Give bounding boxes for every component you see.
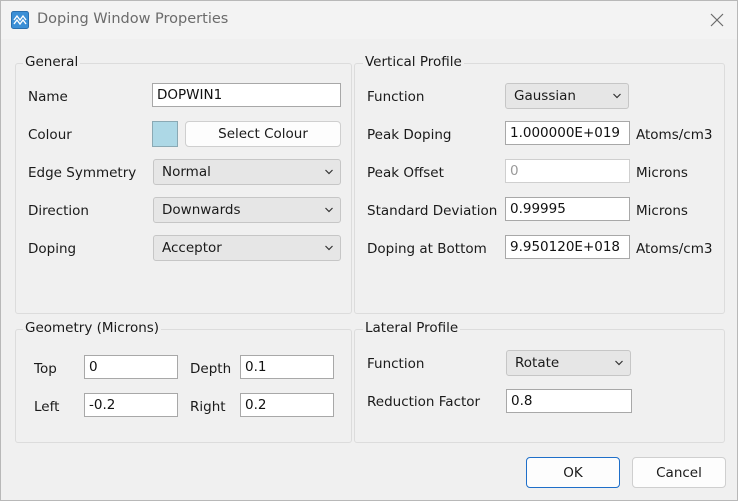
window-title: Doping Window Properties (37, 11, 229, 27)
edge-symmetry-label: Edge Symmetry (28, 165, 137, 181)
edge-symmetry-select[interactable]: Normal (153, 159, 341, 185)
dialog-window: Doping Window Properties General Name DO… (0, 0, 738, 501)
reduction-factor-label: Reduction Factor (367, 394, 481, 410)
left-label: Left (34, 399, 60, 415)
doping-value: Acceptor (162, 240, 222, 256)
select-colour-button-label: Select Colour (218, 126, 308, 142)
doping-at-bottom-label: Doping at Bottom (367, 241, 487, 257)
cancel-button[interactable]: Cancel (632, 457, 726, 488)
peak-offset-input[interactable]: 0 (505, 159, 630, 183)
peak-doping-unit: Atoms/cm3 (636, 127, 713, 143)
app-icon (11, 11, 29, 29)
lateral-profile-group (354, 329, 725, 443)
lateral-profile-group-title: Lateral Profile (363, 320, 461, 336)
standard-deviation-unit: Microns (636, 203, 688, 219)
chevron-down-icon (325, 169, 333, 175)
vertical-profile-group-title: Vertical Profile (363, 54, 464, 70)
vertical-function-select[interactable]: Gaussian (505, 83, 629, 109)
name-input[interactable]: DOPWIN1 (152, 83, 341, 107)
name-label: Name (28, 89, 68, 105)
chevron-down-icon (325, 207, 333, 213)
right-input[interactable]: 0.2 (240, 393, 334, 417)
chevron-down-icon (325, 245, 333, 251)
chevron-down-icon (615, 360, 623, 366)
vertical-function-value: Gaussian (514, 88, 576, 104)
vertical-function-label: Function (367, 89, 425, 105)
title-bar[interactable]: Doping Window Properties (1, 1, 737, 39)
peak-doping-label: Peak Doping (367, 127, 452, 143)
direction-label: Direction (28, 203, 89, 219)
direction-select[interactable]: Downwards (153, 197, 341, 223)
direction-value: Downwards (162, 202, 241, 218)
close-button[interactable] (705, 9, 729, 31)
edge-symmetry-value: Normal (162, 164, 211, 180)
colour-label: Colour (28, 127, 72, 143)
geometry-group (15, 329, 352, 443)
standard-deviation-input[interactable]: 0.99995 (505, 197, 630, 221)
doping-at-bottom-unit: Atoms/cm3 (636, 241, 713, 257)
geometry-group-title: Geometry (Microns) (23, 320, 162, 336)
general-group-title: General (23, 54, 81, 70)
lateral-function-label: Function (367, 356, 425, 372)
doping-at-bottom-input[interactable]: 9.950120E+018 (505, 235, 630, 259)
depth-label: Depth (190, 361, 232, 377)
peak-offset-unit: Microns (636, 165, 688, 181)
right-label: Right (190, 399, 226, 415)
doping-label: Doping (28, 241, 77, 257)
peak-offset-label: Peak Offset (367, 165, 444, 181)
ok-button[interactable]: OK (526, 457, 620, 488)
lateral-function-select[interactable]: Rotate (506, 350, 631, 376)
cancel-button-label: Cancel (656, 465, 702, 481)
chevron-down-icon (613, 93, 621, 99)
lateral-function-value: Rotate (515, 355, 560, 371)
doping-select[interactable]: Acceptor (153, 235, 341, 261)
top-label: Top (34, 361, 57, 377)
close-icon (710, 13, 724, 27)
depth-input[interactable]: 0.1 (240, 355, 334, 379)
top-input[interactable]: 0 (84, 355, 178, 379)
reduction-factor-input[interactable]: 0.8 (506, 389, 632, 413)
left-input[interactable]: -0.2 (84, 393, 178, 417)
select-colour-button[interactable]: Select Colour (185, 121, 341, 147)
peak-doping-input[interactable]: 1.000000E+019 (505, 121, 630, 145)
standard-deviation-label: Standard Deviation (367, 203, 498, 219)
ok-button-label: OK (563, 465, 583, 481)
colour-swatch[interactable] (152, 121, 178, 147)
